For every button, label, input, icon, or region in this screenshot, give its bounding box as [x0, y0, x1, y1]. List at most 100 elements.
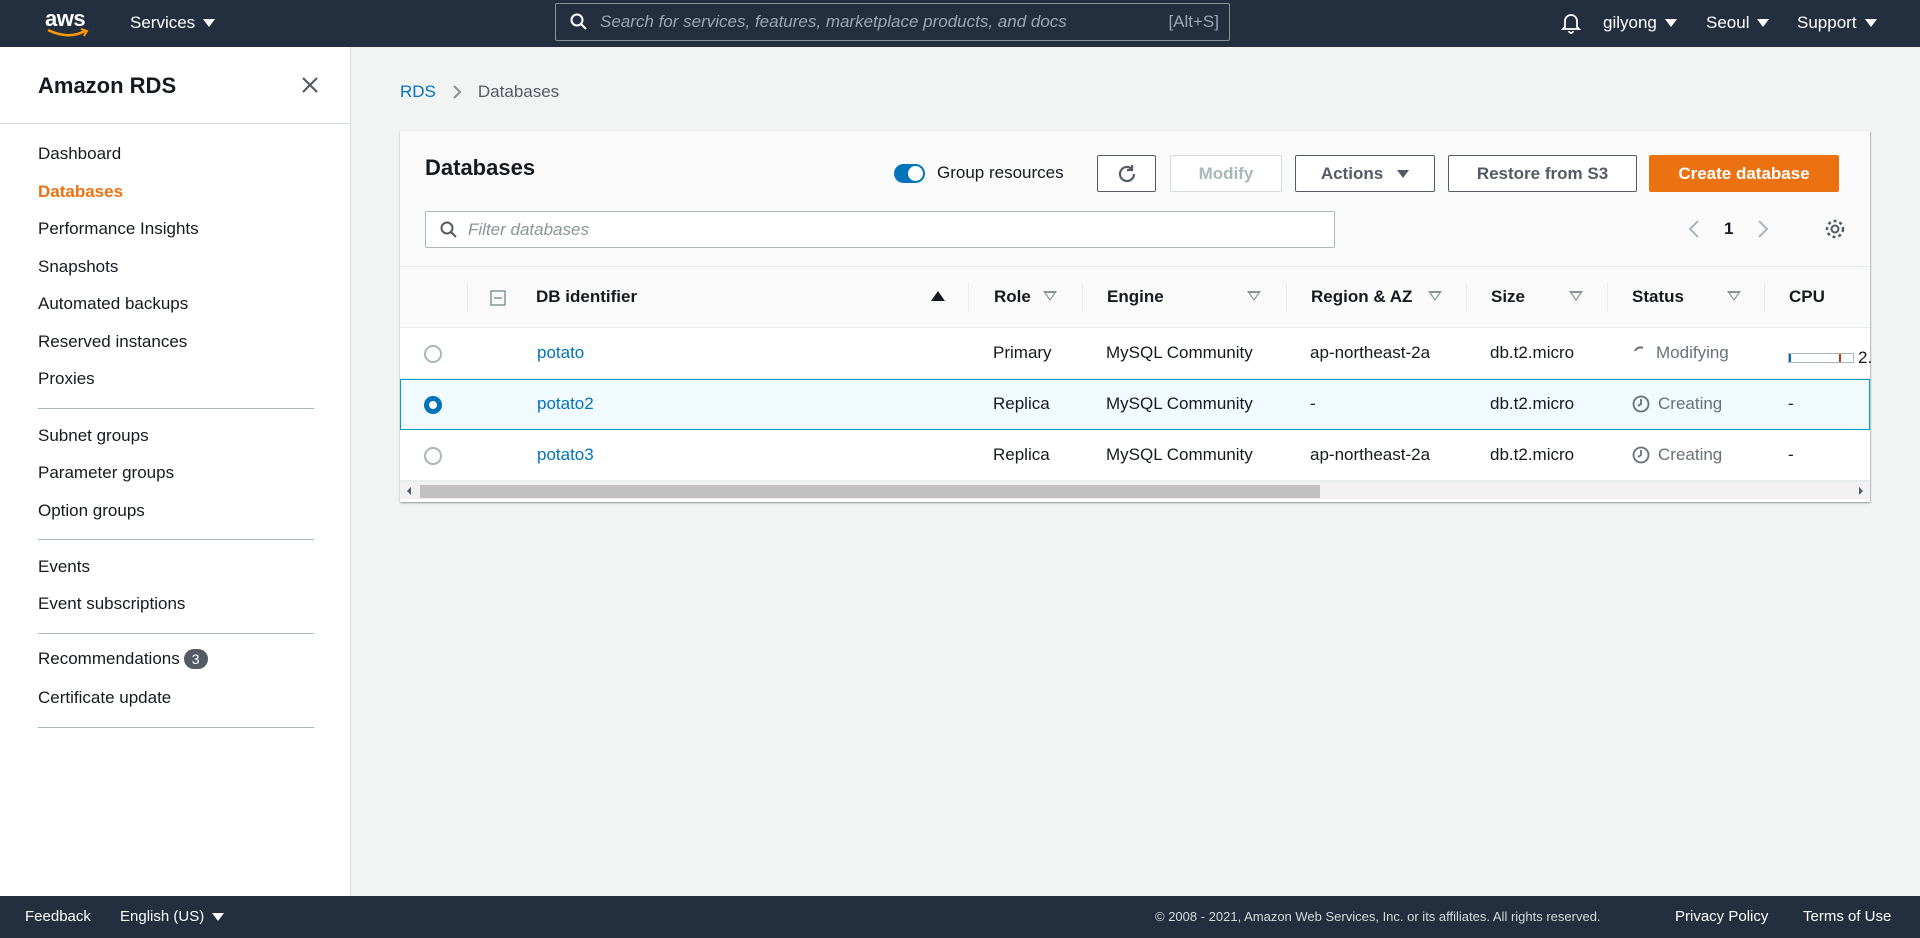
column-region-az[interactable]: Region & AZ [1311, 287, 1412, 307]
sort-icon[interactable] [1428, 291, 1442, 301]
scroll-left-icon[interactable] [406, 486, 412, 496]
search-placeholder: Search for services, features, marketpla… [600, 12, 1067, 31]
table-row[interactable]: potato3 Replica MySQL Community ap-north… [400, 430, 1870, 481]
filter-databases-input[interactable]: Filter databases [425, 211, 1335, 248]
page-number[interactable]: 1 [1724, 219, 1733, 239]
group-resources-label: Group resources [937, 163, 1064, 182]
filter-placeholder: Filter databases [468, 219, 589, 239]
size-cell: db.t2.micro [1490, 343, 1575, 362]
sidebar-item-option-groups[interactable]: Option groups [38, 501, 145, 521]
sidebar-item-snapshots[interactable]: Snapshots [38, 257, 118, 277]
clock-icon [1632, 446, 1650, 464]
aws-smile-icon [47, 28, 89, 37]
sort-icon[interactable] [1569, 291, 1583, 301]
sidebar-separator [38, 727, 314, 728]
services-menu[interactable]: Services [130, 13, 216, 33]
bell-icon[interactable] [1561, 12, 1581, 34]
status-text: Creating [1658, 394, 1723, 413]
modify-button[interactable]: Modify [1170, 155, 1282, 192]
sidebar-item-event-subscriptions[interactable]: Event subscriptions [38, 594, 185, 614]
actions-label: Actions [1320, 163, 1384, 183]
copyright-text: © 2008 - 2021, Amazon Web Services, Inc.… [1155, 909, 1601, 924]
caret-down-icon [1664, 19, 1677, 27]
scrollbar-thumb[interactable] [420, 485, 1320, 498]
sidebar-item-recommendations[interactable]: Recommendations 3 [38, 649, 208, 669]
user-label: gilyong [1603, 13, 1657, 32]
create-database-button[interactable]: Create database [1649, 155, 1839, 192]
global-search-input[interactable]: Search for services, features, marketpla… [555, 3, 1230, 41]
size-cell: db.t2.micro [1490, 394, 1575, 413]
horizontal-scrollbar[interactable] [400, 481, 1870, 499]
cpu-cell: - [1788, 445, 1794, 464]
db-identifier-link[interactable]: potato [537, 343, 584, 363]
sidebar-item-dashboard[interactable]: Dashboard [38, 144, 121, 164]
column-engine[interactable]: Engine [1107, 287, 1164, 307]
chevron-left-icon[interactable] [1688, 219, 1700, 239]
sort-icon[interactable] [1043, 291, 1057, 301]
column-divider [1466, 283, 1467, 312]
chevron-right-icon [453, 85, 462, 99]
region-menu[interactable]: Seoul [1706, 13, 1770, 33]
feedback-link[interactable]: Feedback [25, 908, 91, 925]
column-divider [968, 283, 969, 312]
column-status[interactable]: Status [1632, 287, 1684, 307]
sidebar-item-performance-insights[interactable]: Performance Insights [38, 219, 199, 239]
refresh-button[interactable] [1097, 155, 1156, 192]
sort-icon[interactable] [1727, 291, 1741, 301]
gear-icon[interactable] [1824, 218, 1846, 240]
search-icon [570, 13, 587, 30]
sidebar-item-proxies[interactable]: Proxies [38, 369, 95, 389]
spinner-icon [1634, 346, 1644, 352]
role-cell: Primary [993, 343, 1052, 362]
engine-cell: MySQL Community [1106, 394, 1253, 413]
breadcrumb: RDS Databases [400, 82, 559, 102]
sort-icon[interactable] [1247, 291, 1261, 301]
table-row[interactable]: potato Primary MySQL Community ap-northe… [400, 328, 1872, 379]
actions-button[interactable]: Actions [1295, 155, 1435, 192]
caret-down-icon [203, 19, 216, 27]
sidebar-item-parameter-groups[interactable]: Parameter groups [38, 463, 174, 483]
chevron-right-icon[interactable] [1757, 219, 1769, 239]
region-cell: - [1310, 394, 1316, 413]
language-selector[interactable]: English (US) [120, 908, 225, 925]
status-cell: Creating [1632, 394, 1722, 414]
column-cpu[interactable]: CPU [1789, 287, 1825, 307]
row-select-radio[interactable] [424, 447, 442, 465]
sidebar-item-certificate-update[interactable]: Certificate update [38, 688, 171, 708]
engine-cell: MySQL Community [1106, 343, 1253, 362]
close-icon[interactable] [300, 75, 320, 95]
cpu-cell: - [1788, 394, 1794, 413]
sort-ascending-icon[interactable] [931, 291, 945, 301]
sidebar-item-automated-backups[interactable]: Automated backups [38, 294, 188, 314]
status-cell: Modifying [1632, 343, 1729, 363]
db-identifier-link[interactable]: potato2 [537, 394, 594, 414]
user-menu[interactable]: gilyong [1603, 13, 1677, 33]
column-divider [1286, 283, 1287, 312]
aws-logo[interactable]: aws [45, 6, 91, 40]
sidebar-item-reserved-instances[interactable]: Reserved instances [38, 332, 187, 352]
row-select-radio[interactable] [424, 396, 442, 414]
support-menu[interactable]: Support [1797, 13, 1877, 33]
status-text: Creating [1658, 445, 1723, 464]
scroll-right-icon[interactable] [1858, 486, 1864, 496]
collapse-icon[interactable] [490, 290, 506, 306]
column-role[interactable]: Role [994, 287, 1031, 307]
role-cell: Replica [993, 445, 1050, 464]
sidebar-item-databases[interactable]: Databases [38, 182, 123, 202]
panel-header: Databases Group resources Modify Actions… [400, 131, 1870, 267]
terms-of-use-link[interactable]: Terms of Use [1803, 908, 1891, 925]
sidebar-item-subnet-groups[interactable]: Subnet groups [38, 426, 149, 446]
search-shortcut: [Alt+S] [1168, 12, 1219, 31]
row-select-radio[interactable] [424, 345, 442, 363]
column-size[interactable]: Size [1491, 287, 1525, 307]
breadcrumb-rds-link[interactable]: RDS [400, 82, 436, 102]
privacy-policy-link[interactable]: Privacy Policy [1675, 908, 1768, 925]
sidebar-item-events[interactable]: Events [38, 557, 90, 577]
table-row[interactable]: potato2 Replica MySQL Community - db.t2.… [400, 379, 1870, 430]
column-divider [467, 283, 468, 312]
restore-from-s3-button[interactable]: Restore from S3 [1448, 155, 1637, 192]
group-resources-toggle[interactable]: Group resources [894, 163, 1064, 183]
column-db-identifier[interactable]: DB identifier [536, 287, 637, 307]
db-identifier-link[interactable]: potato3 [537, 445, 594, 465]
search-icon [440, 221, 457, 238]
